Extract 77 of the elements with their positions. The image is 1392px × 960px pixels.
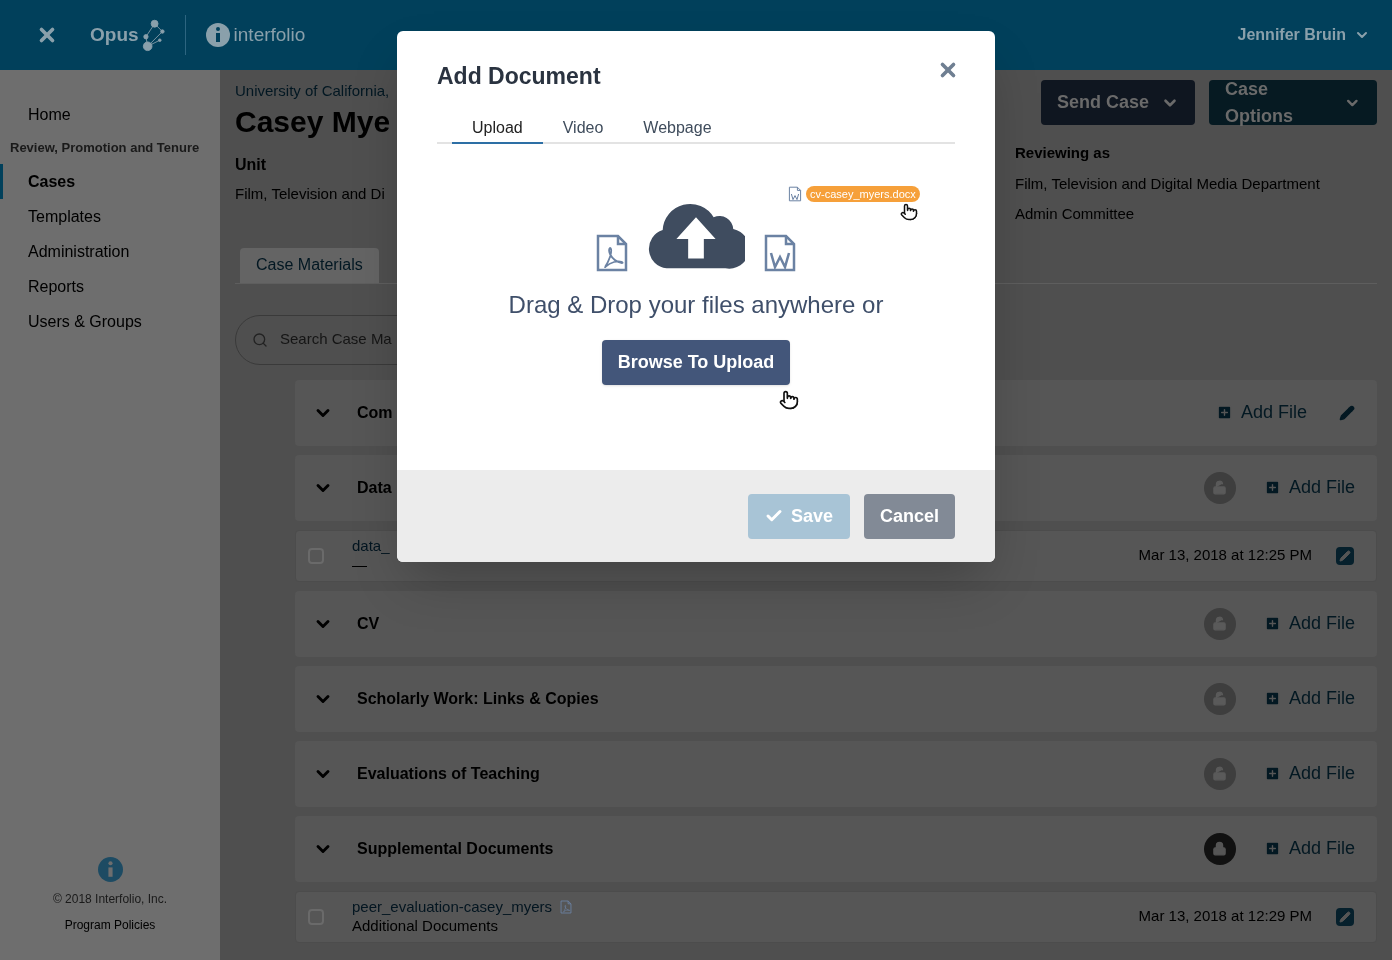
partner-logo: interfolio	[233, 22, 306, 47]
lock-button[interactable]	[1203, 471, 1236, 504]
copyright: © 2018 Interfolio, Inc.	[52, 891, 168, 908]
add-file-button[interactable]: Add File	[1263, 685, 1355, 712]
lock-button[interactable]	[1203, 682, 1236, 715]
lock-button[interactable]	[1203, 607, 1236, 640]
unlock-icon	[1212, 616, 1228, 631]
add-file-button[interactable]: Add File	[1263, 474, 1355, 501]
browse-button[interactable]: Browse To Upload	[601, 339, 791, 385]
section-title: CV	[357, 613, 380, 634]
edit-button[interactable]	[1336, 907, 1354, 926]
policies-link[interactable]: Program Policies	[64, 916, 156, 934]
info-icon	[205, 23, 230, 47]
word-file-icon	[788, 185, 802, 202]
cancel-button[interactable]: Cancel	[863, 493, 955, 539]
lock-button[interactable]	[1203, 757, 1236, 790]
unit-label: Unit	[235, 154, 268, 175]
modal-tab[interactable]: Webpage	[623, 113, 732, 144]
search-icon	[252, 331, 268, 348]
file-link[interactable]: data_	[352, 536, 390, 556]
unlock-icon	[1212, 480, 1228, 495]
plus-icon	[1263, 840, 1281, 857]
hand-cursor-icon	[900, 202, 918, 221]
unlock-icon	[1212, 766, 1228, 781]
add-file-button[interactable]: Add File	[1263, 835, 1355, 862]
brand-logo: Opus	[90, 22, 139, 47]
dragged-file-chip: cv-casey_myers.docx	[806, 185, 920, 202]
sidebar-item[interactable]: Reports	[0, 269, 220, 304]
plus-icon	[1263, 765, 1281, 782]
edit-button[interactable]	[1336, 546, 1354, 565]
case-title: Casey Mye	[235, 103, 391, 140]
reviewing-value: Admin Committee	[1015, 204, 1136, 224]
reviewing-value: Film, Television and Digital Media Department	[1015, 173, 1321, 194]
modal-tab[interactable]: Upload	[452, 113, 543, 144]
pdf-file-icon	[595, 232, 629, 273]
hand-cursor-icon	[778, 389, 799, 410]
plus-icon	[1215, 404, 1233, 421]
file-link[interactable]: peer_evaluation-casey_myers	[352, 897, 553, 917]
sidebar-heading: Review, Promotion and Tenure	[9, 139, 201, 158]
sidebar-item[interactable]: Cases	[0, 164, 220, 199]
section-title: Data	[357, 477, 392, 498]
info-icon	[97, 857, 123, 882]
plus-icon	[1263, 479, 1281, 496]
plus-icon	[1263, 690, 1281, 707]
sidebar-item[interactable]: Administration	[0, 234, 220, 269]
modal-tab[interactable]: Video	[542, 113, 624, 144]
lock-button[interactable]	[1203, 832, 1236, 865]
add-file-button[interactable]: Add File	[1263, 610, 1355, 637]
search-placeholder: Search Case Ma	[280, 329, 392, 350]
add-file-button[interactable]: Add File	[1263, 760, 1355, 787]
modal-title: Add Document	[437, 62, 601, 91]
sidebar-item[interactable]: Users & Groups	[0, 304, 220, 339]
reviewing-label: Reviewing as	[1015, 143, 1112, 163]
pencil-icon[interactable]	[1339, 404, 1355, 421]
sidebar-item[interactable]: Templates	[0, 199, 220, 234]
file-note: Additional Documents	[352, 916, 499, 936]
case-tab[interactable]: Case Materials	[240, 247, 379, 283]
sidebar-item[interactable]: Home	[0, 97, 220, 132]
action-button[interactable]: Send Case	[1040, 80, 1195, 125]
file-date: Mar 13, 2018 at 12:29 PM	[1138, 906, 1312, 927]
word-file-icon	[763, 232, 797, 273]
section-title: Com	[357, 402, 393, 423]
lock-icon	[1212, 841, 1228, 856]
pencil-icon	[1339, 910, 1351, 923]
section-title: Evaluations of Teaching	[357, 763, 540, 784]
plus-icon	[1263, 615, 1281, 632]
unlock-icon	[1212, 691, 1228, 706]
section-title: Supplemental Documents	[357, 838, 554, 859]
file-date: Mar 13, 2018 at 12:25 PM	[1138, 545, 1312, 566]
institution: University of California,	[235, 81, 391, 101]
file-note: —	[352, 555, 368, 575]
add-file-button[interactable]: Add File	[1215, 399, 1307, 426]
action-button[interactable]: Case Options	[1209, 80, 1377, 125]
pencil-icon	[1339, 549, 1351, 562]
unit-value: Film, Television and Di	[235, 183, 386, 204]
section-title: Scholarly Work: Links & Copies	[357, 688, 599, 709]
user-menu[interactable]: Jennifer Bruin	[1237, 23, 1370, 47]
